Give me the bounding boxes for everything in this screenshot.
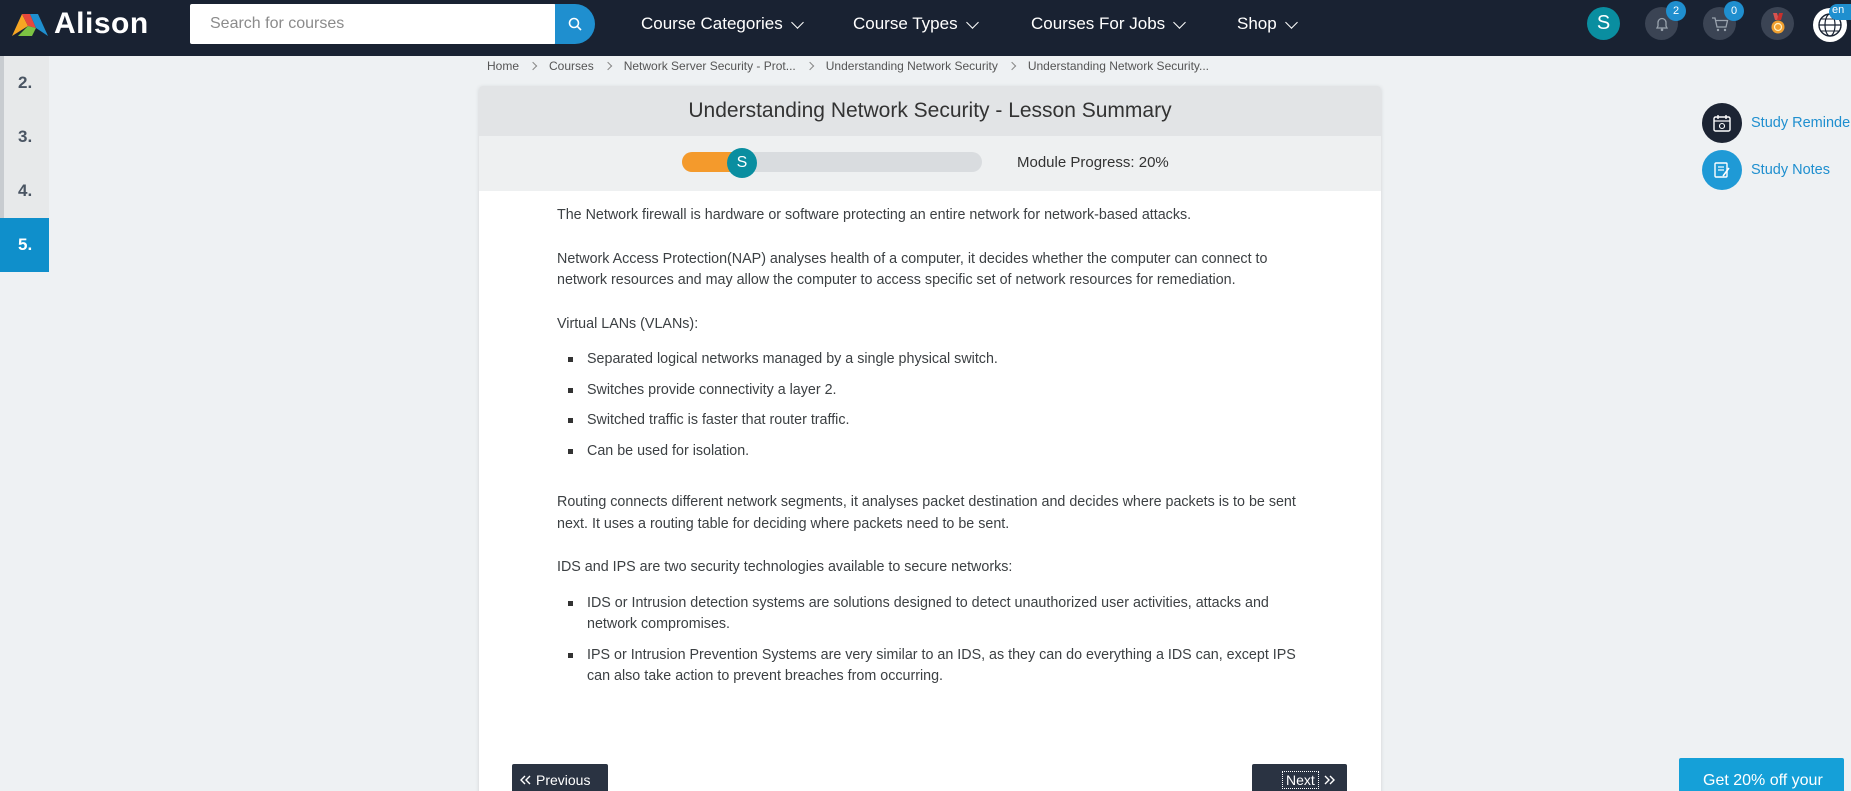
chevron-right-icon xyxy=(805,61,814,71)
previous-button[interactable]: Previous xyxy=(512,764,608,791)
list-item: IDS or Intrusion detection systems are s… xyxy=(557,593,1307,636)
list-item: Switched traffic is faster that router t… xyxy=(557,410,1307,432)
promo-banner[interactable]: Get 20% off your xyxy=(1679,758,1844,791)
cart-count-badge: 0 xyxy=(1724,1,1744,21)
notes-icon xyxy=(1702,150,1742,190)
breadcrumb-courses[interactable]: Courses xyxy=(549,59,594,73)
chevron-right-icon xyxy=(1007,61,1017,71)
lesson-title: Understanding Network Security - Lesson … xyxy=(479,86,1381,136)
search-icon xyxy=(568,17,582,31)
breadcrumb-home[interactable]: Home xyxy=(487,59,519,73)
lesson-content: The Network firewall is hardware or soft… xyxy=(557,205,1307,710)
nav-courses-for-jobs-label: Courses For Jobs xyxy=(1031,14,1166,33)
lesson-item-3[interactable]: 3. xyxy=(0,110,49,164)
breadcrumb: Home Courses Network Server Security - P… xyxy=(487,58,1209,74)
language-code-badge: en xyxy=(1829,4,1851,20)
chevron-right-icon xyxy=(528,61,538,71)
medal-icon xyxy=(1771,12,1784,33)
alison-logo[interactable]: Alison xyxy=(10,7,149,40)
breadcrumb-current: Understanding Network Security... xyxy=(1027,59,1210,73)
chevron-right-icon xyxy=(603,61,612,71)
nav-course-categories[interactable]: Course Categories xyxy=(641,14,804,34)
notifications-button[interactable]: 2 xyxy=(1645,1,1686,40)
paragraph-routing: Routing connects different network segme… xyxy=(557,494,1296,532)
search-input[interactable] xyxy=(190,4,556,44)
alison-logo-icon xyxy=(12,14,48,36)
paragraph-nap: Network Access Protection(NAP) analyses … xyxy=(557,250,1268,289)
cart-button[interactable]: 0 xyxy=(1703,1,1744,40)
chevron-down-icon xyxy=(790,15,804,29)
list-item: Switches provide connectivity a layer 2. xyxy=(557,380,1307,402)
list-item: Can be used for isolation. xyxy=(557,441,1307,463)
chevron-down-icon xyxy=(965,15,979,29)
study-reminders-label: Study Reminders xyxy=(1751,115,1851,131)
chevron-down-icon xyxy=(1173,15,1187,29)
double-chevron-right-icon xyxy=(1324,775,1335,785)
calendar-icon xyxy=(1702,103,1742,143)
study-reminders-button[interactable]: Study Reminders xyxy=(1702,103,1851,143)
achievements-button[interactable] xyxy=(1761,7,1794,40)
nav-course-categories-label: Course Categories xyxy=(641,14,783,33)
paragraph-firewall: The Network firewall is hardware or soft… xyxy=(557,207,1192,223)
lesson-item-4[interactable]: 4. xyxy=(0,164,49,218)
user-avatar[interactable]: S xyxy=(1587,7,1620,40)
course-search-box[interactable] xyxy=(190,4,556,44)
nav-courses-for-jobs[interactable]: Courses For Jobs xyxy=(1031,14,1187,34)
notifications-count-badge: 2 xyxy=(1666,1,1686,21)
list-item: Separated logical networks managed by a … xyxy=(557,349,1307,371)
chevron-down-icon xyxy=(1284,15,1298,29)
vlan-list: Separated logical networks managed by a … xyxy=(557,349,1307,462)
ids-list: IDS or Intrusion detection systems are s… xyxy=(557,593,1307,688)
next-button-label: Next xyxy=(1282,771,1319,789)
top-navigation-bar: Alison Course Categories Course Types Co… xyxy=(0,0,1851,56)
lesson-item-5[interactable]: 5. xyxy=(0,218,49,272)
module-progress-row: S Module Progress: 20% xyxy=(479,136,1381,191)
list-item: IPS or Intrusion Prevention Systems are … xyxy=(557,645,1307,688)
alison-logo-text: Alison xyxy=(54,7,149,40)
lesson-index-sidebar: 2. 3. 4. 5. xyxy=(0,56,49,272)
progress-avatar-knob: S xyxy=(727,148,757,178)
bell-icon xyxy=(1655,17,1668,31)
breadcrumb-module[interactable]: Understanding Network Security xyxy=(826,59,998,73)
lesson-card: Understanding Network Security - Lesson … xyxy=(479,86,1381,791)
study-notes-button[interactable]: Study Notes xyxy=(1702,150,1830,190)
previous-button-label: Previous xyxy=(536,772,591,788)
paragraph-vlan-heading: Virtual LANs (VLANs): xyxy=(557,315,699,332)
next-button[interactable]: Next xyxy=(1252,764,1347,791)
lesson-item-2[interactable]: 2. xyxy=(0,56,49,110)
paragraph-ids-heading: IDS and IPS are two security technologie… xyxy=(557,559,1013,575)
breadcrumb-course[interactable]: Network Server Security - Prot... xyxy=(624,59,796,73)
double-chevron-left-icon xyxy=(520,775,531,785)
search-button[interactable] xyxy=(555,4,595,44)
nav-shop[interactable]: Shop xyxy=(1237,14,1298,34)
study-notes-label: Study Notes xyxy=(1751,162,1830,178)
nav-shop-label: Shop xyxy=(1237,14,1277,33)
nav-course-types[interactable]: Course Types xyxy=(853,14,979,34)
module-progress-bar: S xyxy=(682,148,982,178)
nav-course-types-label: Course Types xyxy=(853,14,958,33)
module-progress-label: Module Progress: 20% xyxy=(1017,154,1169,171)
